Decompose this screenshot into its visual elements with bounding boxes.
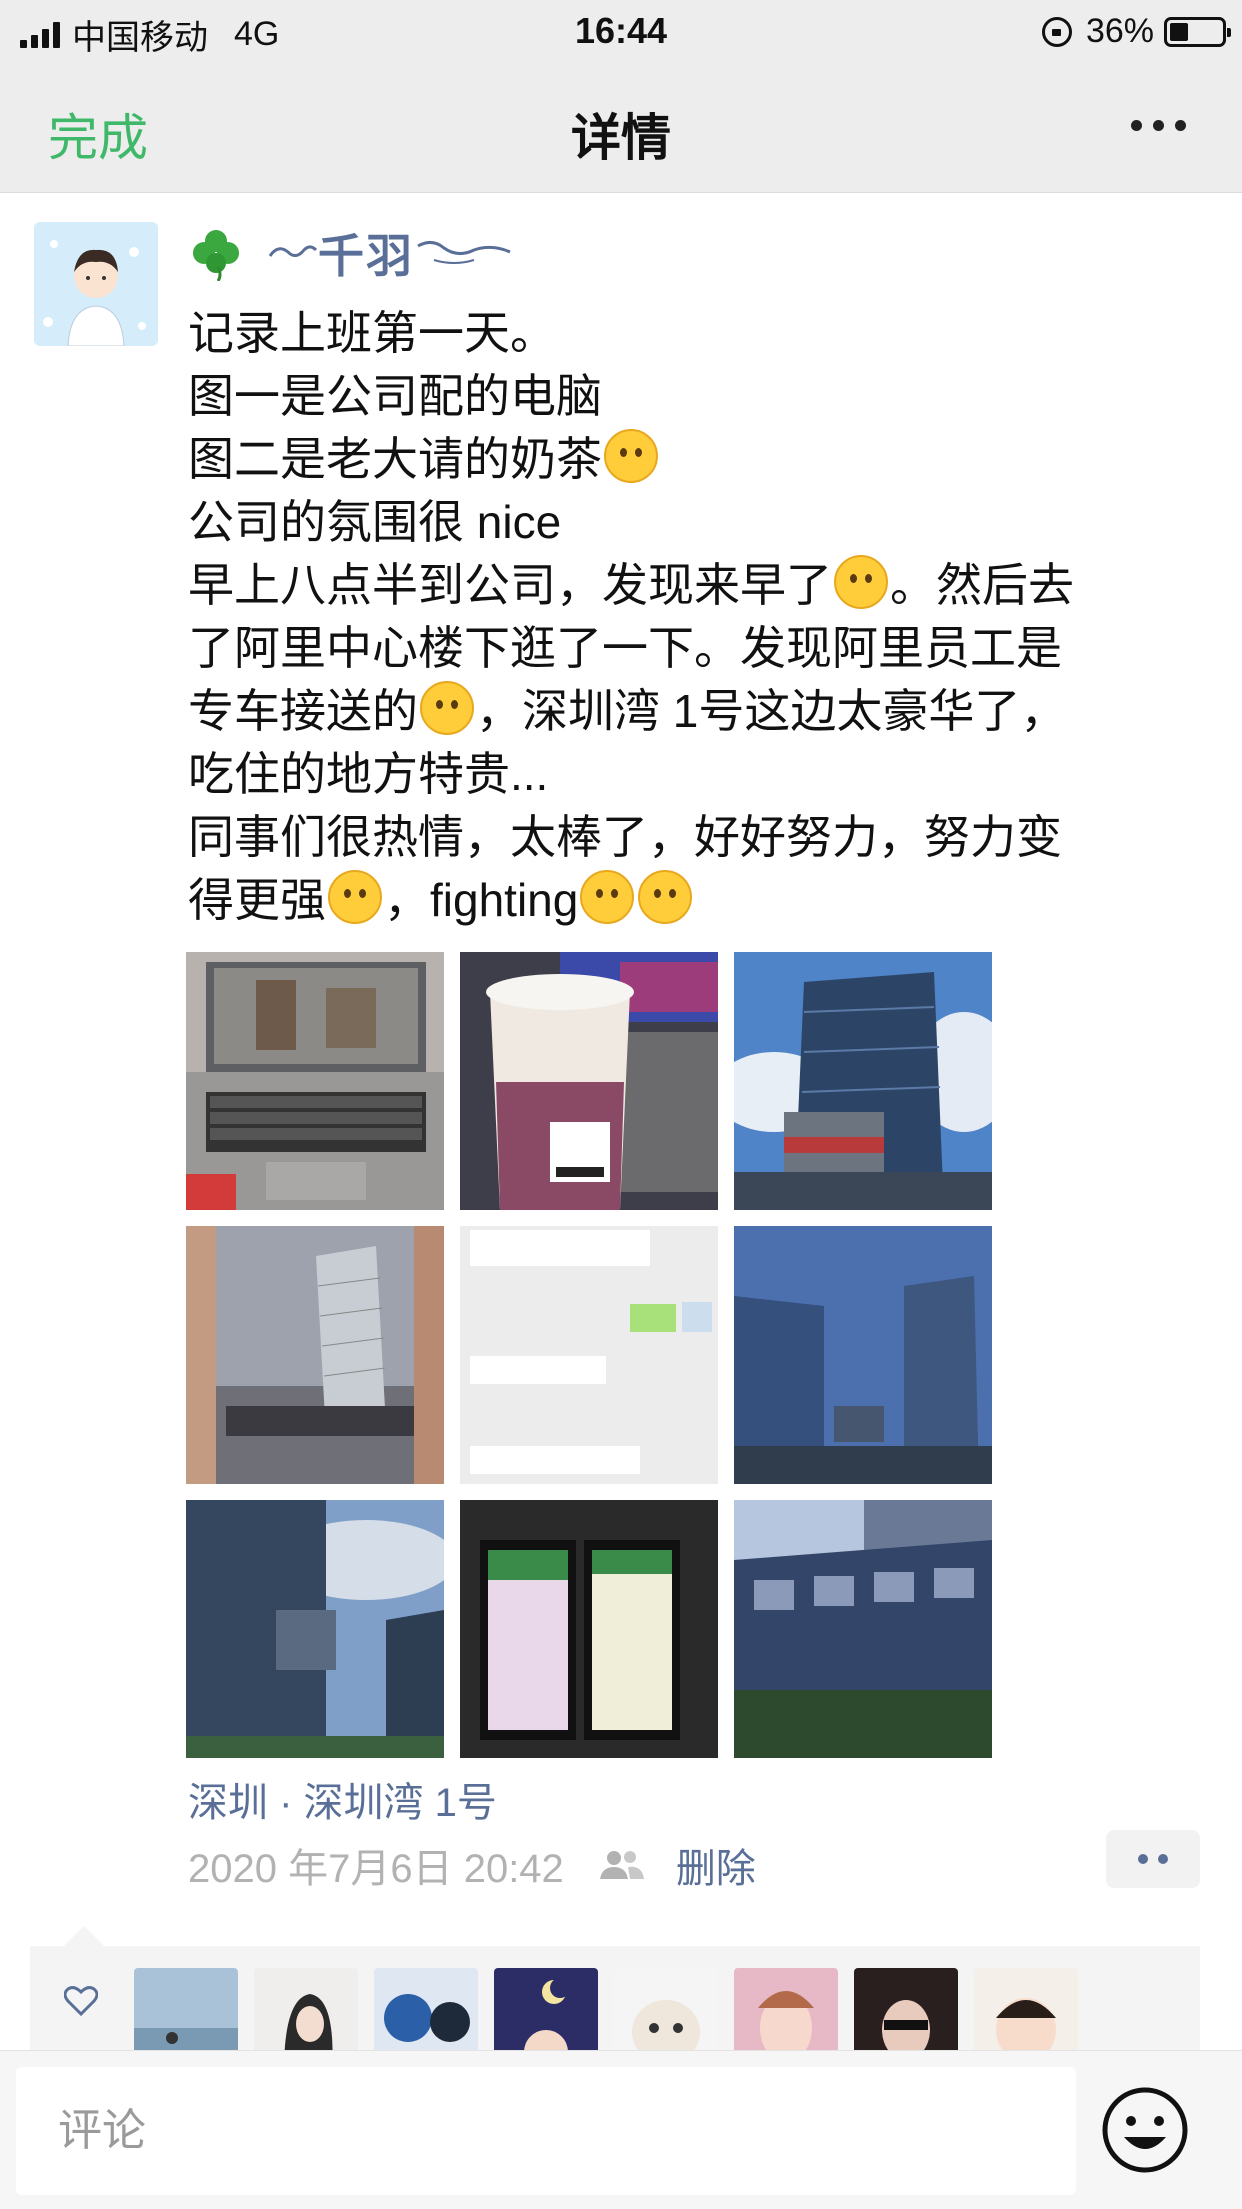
post-text: 记录上班第一天。 图一是公司配的电脑 图二是老大请的奶茶 公司的氛围很 nice… (188, 302, 1198, 932)
post-segment: 得更强 (188, 874, 326, 926)
post-meta: 2020 年7月6日 20:42 删除 (188, 1836, 756, 1894)
status-bar: 中国移动 4G 16:44 36% (0, 0, 1242, 62)
photo-buildings[interactable] (734, 1226, 992, 1484)
grin-emoji-icon (604, 429, 658, 483)
angry-emoji-icon (580, 870, 635, 924)
post-line: 图二是老大请的奶茶 (188, 428, 1198, 491)
rotation-lock-icon (1041, 16, 1072, 47)
photo-sky-buildings[interactable] (186, 1500, 444, 1758)
post-segment: ，深圳湾 1号这边太豪华了， (476, 685, 1067, 737)
photo-street-building[interactable] (734, 1500, 992, 1758)
nav-bar: 完成 详情 (0, 62, 1242, 193)
post-line: 公司的氛围很 nice (188, 496, 562, 548)
more-icon[interactable] (1131, 120, 1186, 131)
comment-like-menu-button[interactable] (1106, 1830, 1200, 1888)
post-segment: 专车接送的 (188, 685, 418, 737)
photo-laptop[interactable] (186, 952, 444, 1210)
delete-button[interactable]: 删除 (676, 1836, 756, 1894)
status-right: 36% (1041, 12, 1231, 51)
post-line: 吃住的地方特贵... (188, 748, 549, 800)
photo-screens[interactable] (460, 1500, 718, 1758)
post-segment: 早上八点半到公司，发现来早了 (188, 559, 832, 611)
emoji-picker-icon[interactable] (1100, 2085, 1190, 2175)
post-line: 同事们很热情，太棒了，好好努力，努力变 (188, 811, 1062, 863)
post-segment: 。然后去 (890, 559, 1074, 611)
avatar[interactable] (34, 222, 158, 346)
post-timestamp: 2020 年7月6日 20:42 (188, 1847, 564, 1891)
post-line: 记录上班第一天。 (188, 307, 556, 359)
post-segment: 图二是老大请的奶茶 (188, 433, 602, 485)
post-line: 早上八点半到公司，发现来早了 。然后去 (188, 554, 1198, 617)
comment-input[interactable] (16, 2067, 1076, 2195)
comment-bar (0, 2050, 1242, 2209)
photo-tower[interactable] (734, 952, 992, 1210)
heart-icon (64, 1986, 98, 2016)
battery-fill (1170, 22, 1188, 41)
photo-rendering[interactable] (186, 1226, 444, 1484)
friends-icon[interactable] (598, 1849, 646, 1881)
post-segment: ，fighting (384, 874, 579, 926)
nickname-text: 千羽 (318, 230, 414, 282)
nickname[interactable]: 千羽 (188, 222, 514, 284)
photo-milk-tea[interactable] (460, 952, 718, 1210)
wave-left-icon (268, 245, 318, 257)
likes-panel (30, 1926, 1200, 2072)
angry-emoji-icon (638, 870, 693, 924)
shy-emoji-icon (420, 681, 474, 735)
page-title: 详情 (571, 110, 671, 166)
battery-icon (1164, 16, 1231, 47)
wave-right-icon (417, 241, 511, 264)
post-line: 专车接送的 ，深圳湾 1号这边太豪华了， (188, 680, 1198, 743)
post-line: 图一是公司配的电脑 (188, 370, 602, 422)
post-line: 了阿里中心楼下逛了一下。发现阿里员工是 (188, 622, 1062, 674)
photo-chat[interactable] (460, 1226, 718, 1484)
thinking-emoji-icon (328, 870, 382, 924)
clover-icon (193, 230, 239, 281)
battery-percent: 36% (1085, 12, 1154, 50)
blush-emoji-icon (834, 555, 888, 609)
location-link[interactable]: 深圳 · 深圳湾 1号 (188, 1770, 497, 1828)
post-line: 得更强 ，fighting (188, 869, 1198, 932)
